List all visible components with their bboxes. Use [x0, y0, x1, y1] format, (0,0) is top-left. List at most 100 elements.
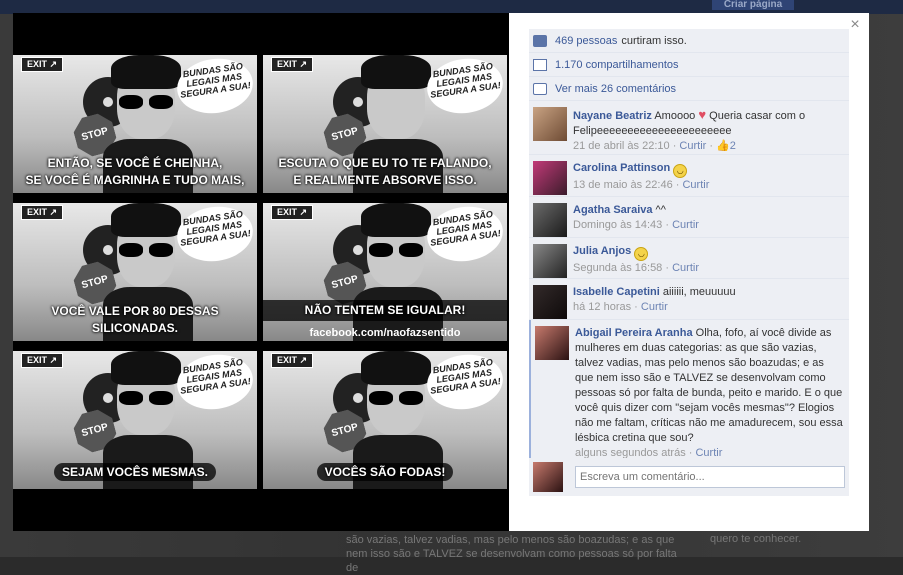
meta-separator: ·: [672, 179, 683, 191]
photo-panel-6: EXIT ↗ STOP BUNDAS SÃO LEGAIS MAS SEGURA…: [263, 351, 507, 489]
photo-sidebar: × 469 pessoas curtiram isso. 1.170 compa…: [509, 13, 869, 531]
comment-like-count[interactable]: 2: [730, 140, 736, 152]
exit-sign: EXIT ↗: [271, 353, 314, 368]
meta-separator: ·: [662, 219, 673, 231]
comment-author[interactable]: Agatha Saraiva: [573, 204, 652, 216]
meta-separator: ·: [669, 140, 680, 152]
thumbs-up-icon[interactable]: 👍: [716, 140, 730, 152]
comment-author[interactable]: Carolina Pattinson: [573, 162, 670, 174]
avatar: [533, 462, 563, 492]
close-icon[interactable]: ×: [847, 17, 863, 33]
comment-text: Olha, fofo, aí você divide as mulheres e…: [575, 327, 843, 444]
comment-author[interactable]: Abigail Pereira Aranha: [575, 327, 693, 339]
avatar[interactable]: [533, 285, 567, 319]
comment-author[interactable]: Julia Anjos: [573, 245, 631, 257]
exit-sign: EXIT ↗: [21, 353, 64, 368]
comment-meta: 13 de maio às 22:46 · Curtir: [573, 178, 845, 193]
background-post-text: são vazias, talvez vadias, mas pelo meno…: [346, 534, 677, 574]
like-comment-link[interactable]: Curtir: [679, 140, 706, 152]
like-icon: [533, 34, 547, 47]
exit-sign: EXIT ↗: [271, 57, 314, 72]
like-comment-link[interactable]: Curtir: [672, 262, 699, 274]
meta-separator: ·: [631, 301, 641, 313]
comment-item: Isabelle Capetini aiiiiii, meuuuuu há 12…: [529, 279, 849, 320]
comment-time[interactable]: 13 de maio às 22:46: [573, 179, 673, 191]
avatar[interactable]: [533, 244, 567, 278]
comment-meta: 21 de abril às 22:10 · Curtir · 👍2: [573, 139, 845, 154]
like-comment-link[interactable]: Curtir: [641, 301, 668, 313]
comment-meta: Segunda às 16:58 · Curtir: [573, 261, 845, 276]
avatar[interactable]: [533, 203, 567, 237]
ufi: 469 pessoas curtiram isso. 1.170 compart…: [529, 29, 849, 466]
background-right-text: quero te conhecer.: [710, 533, 802, 545]
comment-input[interactable]: [575, 466, 845, 488]
comment-icon: [533, 82, 547, 95]
panel-caption: SEJAM VOCÊS MESMAS.: [13, 463, 257, 481]
panel-caption: VOCÊ VALE POR 80 DESSAS SILICONADAS.: [51, 304, 219, 335]
photo-panel-5: EXIT ↗ STOP BUNDAS SÃO LEGAIS MAS SEGURA…: [13, 351, 257, 489]
panel-caption: NÃO TENTEM SE IGUALAR!: [263, 300, 507, 321]
meta-separator: ·: [706, 140, 717, 152]
smile-emoji-icon: ◡: [634, 247, 649, 261]
person-hair: [361, 351, 431, 385]
photo-panel-4: EXIT ↗ STOP BUNDAS SÃO LEGAIS MAS SEGURA…: [263, 203, 507, 341]
exit-sign: EXIT ↗: [271, 205, 314, 220]
comment-item: Carolina Pattinson ◡ 13 de maio às 22:46…: [529, 155, 849, 197]
avatar[interactable]: [535, 326, 569, 360]
comment-composer: [529, 458, 849, 496]
shares-count-link[interactable]: 1.170 compartilhamentos: [555, 59, 679, 71]
exit-sign: EXIT ↗: [21, 57, 64, 72]
panel-caption: ENTÃO, SE VOCÊ É CHEINHA, SE VOCÊ É MAGR…: [25, 156, 245, 187]
comment-time[interactable]: Domingo às 14:43: [573, 219, 662, 231]
comment-text: Amoooo: [654, 110, 696, 122]
comment-text: ^^: [655, 204, 666, 216]
panel-caption-text: SEJAM VOCÊS MESMAS.: [53, 463, 217, 481]
comment-time[interactable]: 21 de abril às 22:10: [573, 140, 670, 152]
smile-emoji-icon: ◡: [673, 164, 688, 178]
sunglasses: [119, 391, 173, 405]
person-hair: [111, 55, 181, 89]
person-hair: [361, 203, 431, 237]
comment-meta: Domingo às 14:43 · Curtir: [573, 218, 845, 233]
comment-item: Julia Anjos ◡ Segunda às 16:58 · Curtir: [529, 238, 849, 279]
person-hair: [111, 203, 181, 237]
photo-panel-2: EXIT ↗ STOP BUNDAS SÃO LEGAIS MAS SEGURA…: [263, 55, 507, 193]
comment-time[interactable]: há 12 horas: [573, 301, 631, 313]
photo-panel-1: EXIT ↗ STOP BUNDAS SÃO LEGAIS MAS SEGURA…: [13, 55, 257, 193]
watermark-url: facebook.com/naofazsentido: [309, 327, 461, 339]
sunglasses: [119, 243, 173, 257]
likes-text: curtiram isso.: [621, 34, 687, 47]
person-hair: [361, 55, 431, 89]
avatar[interactable]: [533, 107, 567, 141]
comment-time[interactable]: Segunda às 16:58: [573, 262, 662, 274]
panel-caption: ESCUTA O QUE EU TO TE FALANDO, E REALMEN…: [278, 156, 492, 187]
sunglasses: [369, 391, 423, 405]
person-hair: [111, 351, 181, 385]
photo[interactable]: EXIT ↗ STOP BUNDAS SÃO LEGAIS MAS SEGURA…: [13, 55, 507, 490]
avatar[interactable]: [533, 161, 567, 195]
sunglasses: [119, 95, 173, 109]
comment-author[interactable]: Nayane Beatriz: [573, 110, 652, 122]
heart-icon: ♥: [698, 107, 707, 122]
shares-row[interactable]: 1.170 compartilhamentos: [529, 53, 849, 77]
likes-count-link[interactable]: 469 pessoas: [555, 35, 617, 47]
more-comments-link[interactable]: Ver mais 26 comentários: [555, 83, 676, 95]
comment-item: Abigail Pereira Aranha Olha, fofo, aí vo…: [529, 320, 849, 466]
meta-separator: ·: [662, 262, 673, 274]
comment-text: aiiiiii, meuuuuu: [662, 286, 736, 298]
photo-panel-3: EXIT ↗ STOP BUNDAS SÃO LEGAIS MAS SEGURA…: [13, 203, 257, 341]
share-icon: [533, 58, 547, 71]
create-page-button[interactable]: Criar página: [712, 0, 794, 10]
like-comment-link[interactable]: Curtir: [672, 219, 699, 231]
more-comments-row[interactable]: Ver mais 26 comentários: [529, 77, 849, 101]
exit-sign: EXIT ↗: [21, 205, 64, 220]
sunglasses: [369, 243, 423, 257]
like-comment-link[interactable]: Curtir: [682, 179, 709, 191]
comment-meta: há 12 horas · Curtir: [573, 300, 845, 315]
likes-row: 469 pessoas curtiram isso.: [529, 29, 849, 53]
comment-item: Nayane Beatriz Amoooo ♥ Queria casar com…: [529, 101, 849, 155]
panel-caption: VOCÊS SÃO FODAS!: [263, 463, 507, 481]
comment-author[interactable]: Isabelle Capetini: [573, 286, 660, 298]
comment-item: Agatha Saraiva ^^ Domingo às 14:43 · Cur…: [529, 197, 849, 238]
panel-caption-text: VOCÊS SÃO FODAS!: [316, 463, 454, 481]
